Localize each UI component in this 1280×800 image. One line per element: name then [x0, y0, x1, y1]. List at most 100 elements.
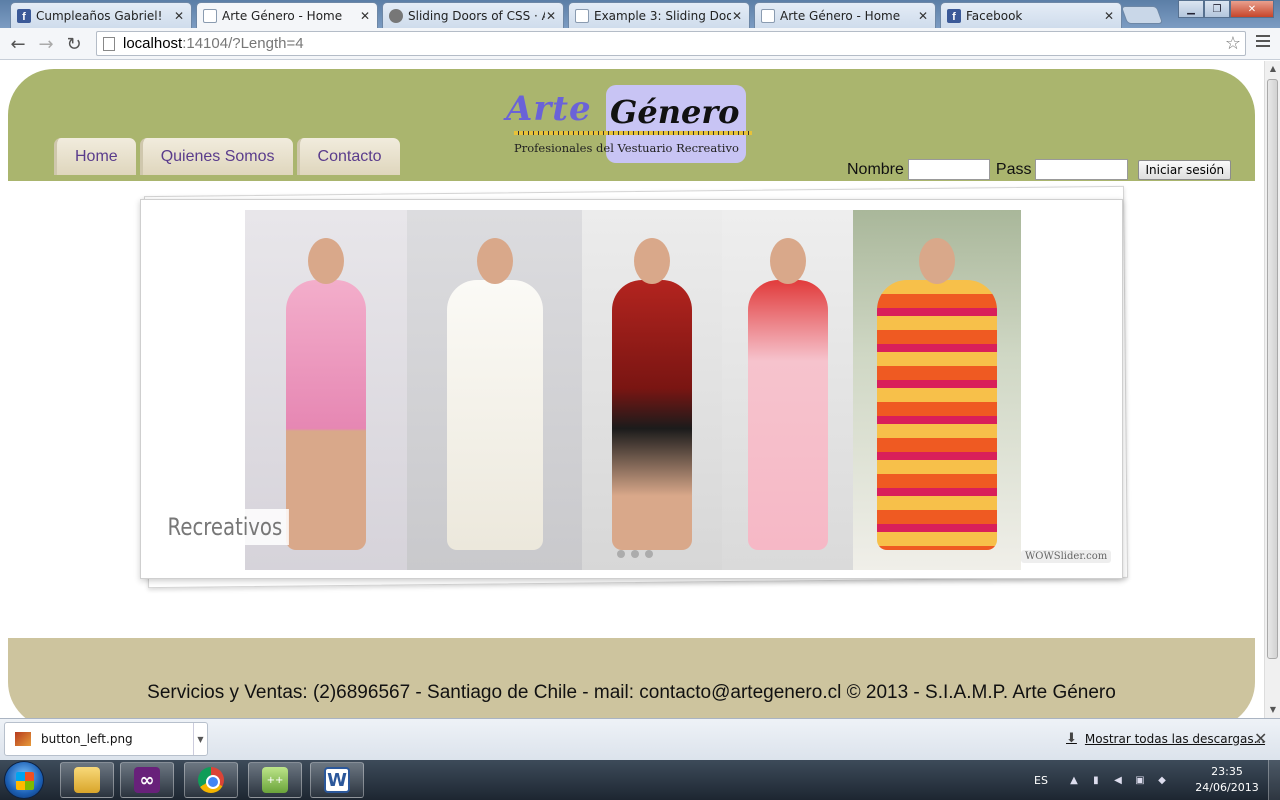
nav-quienes-somos[interactable]: Quienes Somos: [139, 138, 293, 175]
device-icon[interactable]: ▣: [1134, 774, 1146, 786]
site-icon: [389, 8, 403, 23]
browser-tab[interactable]: Example 3: Sliding Doors ✕: [568, 2, 750, 28]
tab-close-icon[interactable]: ✕: [359, 9, 371, 23]
browser-tab-active[interactable]: Arte Género - Home ✕: [196, 2, 378, 29]
costume-photo: [853, 210, 1021, 570]
page-icon: [203, 9, 217, 23]
minimize-button[interactable]: ▁: [1178, 0, 1204, 18]
scroll-thumb[interactable]: [1267, 79, 1278, 659]
tab-close-icon[interactable]: ✕: [917, 9, 929, 23]
scroll-down-icon[interactable]: ▼: [1265, 702, 1280, 718]
facebook-icon: f: [947, 8, 961, 23]
name-label: Nombre: [847, 160, 904, 178]
show-hidden-icons-icon[interactable]: ▲: [1068, 774, 1080, 786]
nav-contacto[interactable]: Contacto: [296, 138, 400, 175]
page-icon: [761, 8, 775, 23]
word-icon: W: [324, 767, 350, 793]
close-icon[interactable]: ✕: [1254, 729, 1267, 748]
tab-close-icon[interactable]: ✕: [731, 9, 743, 23]
close-window-button[interactable]: ✕: [1230, 0, 1274, 18]
login-button[interactable]: Iniciar sesión: [1138, 159, 1232, 180]
url-host: localhost: [123, 35, 183, 52]
browser-tab[interactable]: f Facebook ✕: [940, 2, 1122, 28]
page-viewport: Home Quienes Somos Contacto Arte Género …: [0, 61, 1264, 718]
costume-photo: [722, 210, 853, 570]
tab-title: Example 3: Sliding Doors: [594, 8, 731, 23]
start-button[interactable]: [4, 761, 44, 799]
clock[interactable]: 23:35 24/06/2013: [1192, 764, 1262, 796]
name-input[interactable]: [907, 159, 990, 180]
visual-studio-icon: ∞: [134, 767, 160, 793]
slider-dot[interactable]: [617, 550, 625, 558]
slider-dot[interactable]: [631, 550, 639, 558]
new-tab-button[interactable]: [1120, 6, 1164, 24]
bookmark-star-icon[interactable]: ☆: [1225, 33, 1241, 54]
browser-toolbar: ← → ↻ localhost:14104/?Length=4 ☆: [0, 28, 1280, 60]
tab-title: Facebook: [966, 8, 1023, 23]
vertical-scrollbar[interactable]: ▲ ▼: [1264, 61, 1280, 718]
logo-genero: Género: [610, 93, 740, 131]
slider-frame: Recreativos WOWSlider.com: [140, 199, 1123, 579]
clock-time: 23:35: [1211, 765, 1243, 778]
facebook-icon: f: [17, 8, 31, 23]
dropbox-icon[interactable]: ◆: [1156, 774, 1168, 786]
tab-strip: f Cumpleaños Gabriel! ✕ Arte Género - Ho…: [0, 0, 1280, 29]
pass-input[interactable]: [1035, 159, 1129, 180]
menu-icon[interactable]: [1256, 35, 1270, 50]
nav-home[interactable]: Home: [54, 138, 136, 175]
tab-close-icon[interactable]: ✕: [1103, 9, 1115, 23]
restore-button[interactable]: ❐: [1204, 0, 1230, 18]
main-nav: Home Quienes Somos Contacto: [54, 138, 400, 175]
language-indicator[interactable]: ES: [1034, 774, 1048, 787]
download-filename: button_left.png: [41, 732, 133, 746]
page-icon: [103, 36, 115, 51]
page-icon: [575, 8, 589, 23]
windows-logo-icon: [16, 772, 34, 790]
tab-title: Arte Género - Home: [780, 8, 901, 23]
tab-close-icon[interactable]: ✕: [173, 9, 185, 23]
volume-icon[interactable]: ◀: [1112, 774, 1124, 786]
windows-taskbar: ∞ ++ W ES ▲ ▮ ◀ ▣ ◆ 23:35 24/06/2013: [0, 760, 1280, 800]
scroll-up-icon[interactable]: ▲: [1265, 61, 1280, 77]
system-tray: ES ▲ ▮ ◀ ▣ ◆: [1034, 760, 1178, 800]
download-item[interactable]: button_left.png ▼: [4, 722, 208, 756]
browser-tab[interactable]: Sliding Doors of CSS · An ✕: [382, 2, 564, 28]
forward-arrow-icon[interactable]: →: [34, 32, 58, 56]
tab-title: Sliding Doors of CSS · An: [408, 8, 545, 23]
window-controls: ▁ ❐ ✕: [1178, 0, 1274, 18]
slider-dots: [617, 550, 653, 558]
chevron-down-icon[interactable]: ▼: [193, 723, 207, 755]
taskbar-visual-studio[interactable]: ∞: [120, 762, 174, 798]
browser-tab[interactable]: Arte Género - Home ✕: [754, 2, 936, 28]
slider-credit[interactable]: WOWSlider.com: [1021, 550, 1112, 563]
back-arrow-icon[interactable]: ←: [6, 32, 30, 56]
show-desktop-button[interactable]: [1268, 760, 1280, 800]
image-file-icon: [15, 732, 31, 746]
site-logo[interactable]: Arte Género Profesionales del Vestuario …: [506, 85, 756, 167]
measuring-tape-icon: [514, 131, 752, 135]
show-all-label: Mostrar todas las descargas...: [1084, 731, 1266, 746]
download-bar: button_left.png ▼ ⬇ Mostrar todas las de…: [0, 718, 1280, 760]
slide-image[interactable]: [245, 210, 1021, 570]
costume-photo: [582, 210, 722, 570]
slide-caption: Recreativos: [161, 509, 289, 545]
taskbar-notepad-plus-plus[interactable]: ++: [248, 762, 302, 798]
reload-icon[interactable]: ↻: [62, 32, 86, 56]
tab-title: Cumpleaños Gabriel!: [36, 8, 163, 23]
image-slider: Recreativos WOWSlider.com: [140, 185, 1129, 589]
chrome-icon: [198, 767, 224, 793]
taskbar-explorer[interactable]: [60, 762, 114, 798]
show-all-downloads-link[interactable]: ⬇ Mostrar todas las descargas...: [1066, 731, 1265, 746]
tab-close-icon[interactable]: ✕: [545, 9, 557, 23]
address-bar[interactable]: localhost:14104/?Length=4 ☆: [96, 31, 1246, 56]
slider-dot[interactable]: [645, 550, 653, 558]
network-icon[interactable]: ▮: [1090, 774, 1102, 786]
clock-date: 24/06/2013: [1195, 781, 1259, 794]
explorer-icon: [74, 767, 100, 793]
taskbar-word[interactable]: W: [310, 762, 364, 798]
taskbar-chrome[interactable]: [184, 762, 238, 798]
browser-tab[interactable]: f Cumpleaños Gabriel! ✕: [10, 2, 192, 28]
footer-text: Servicios y Ventas: (2)6896567 - Santiag…: [147, 682, 1116, 703]
tab-title: Arte Género - Home: [222, 9, 343, 23]
logo-arte: Arte: [506, 89, 592, 129]
